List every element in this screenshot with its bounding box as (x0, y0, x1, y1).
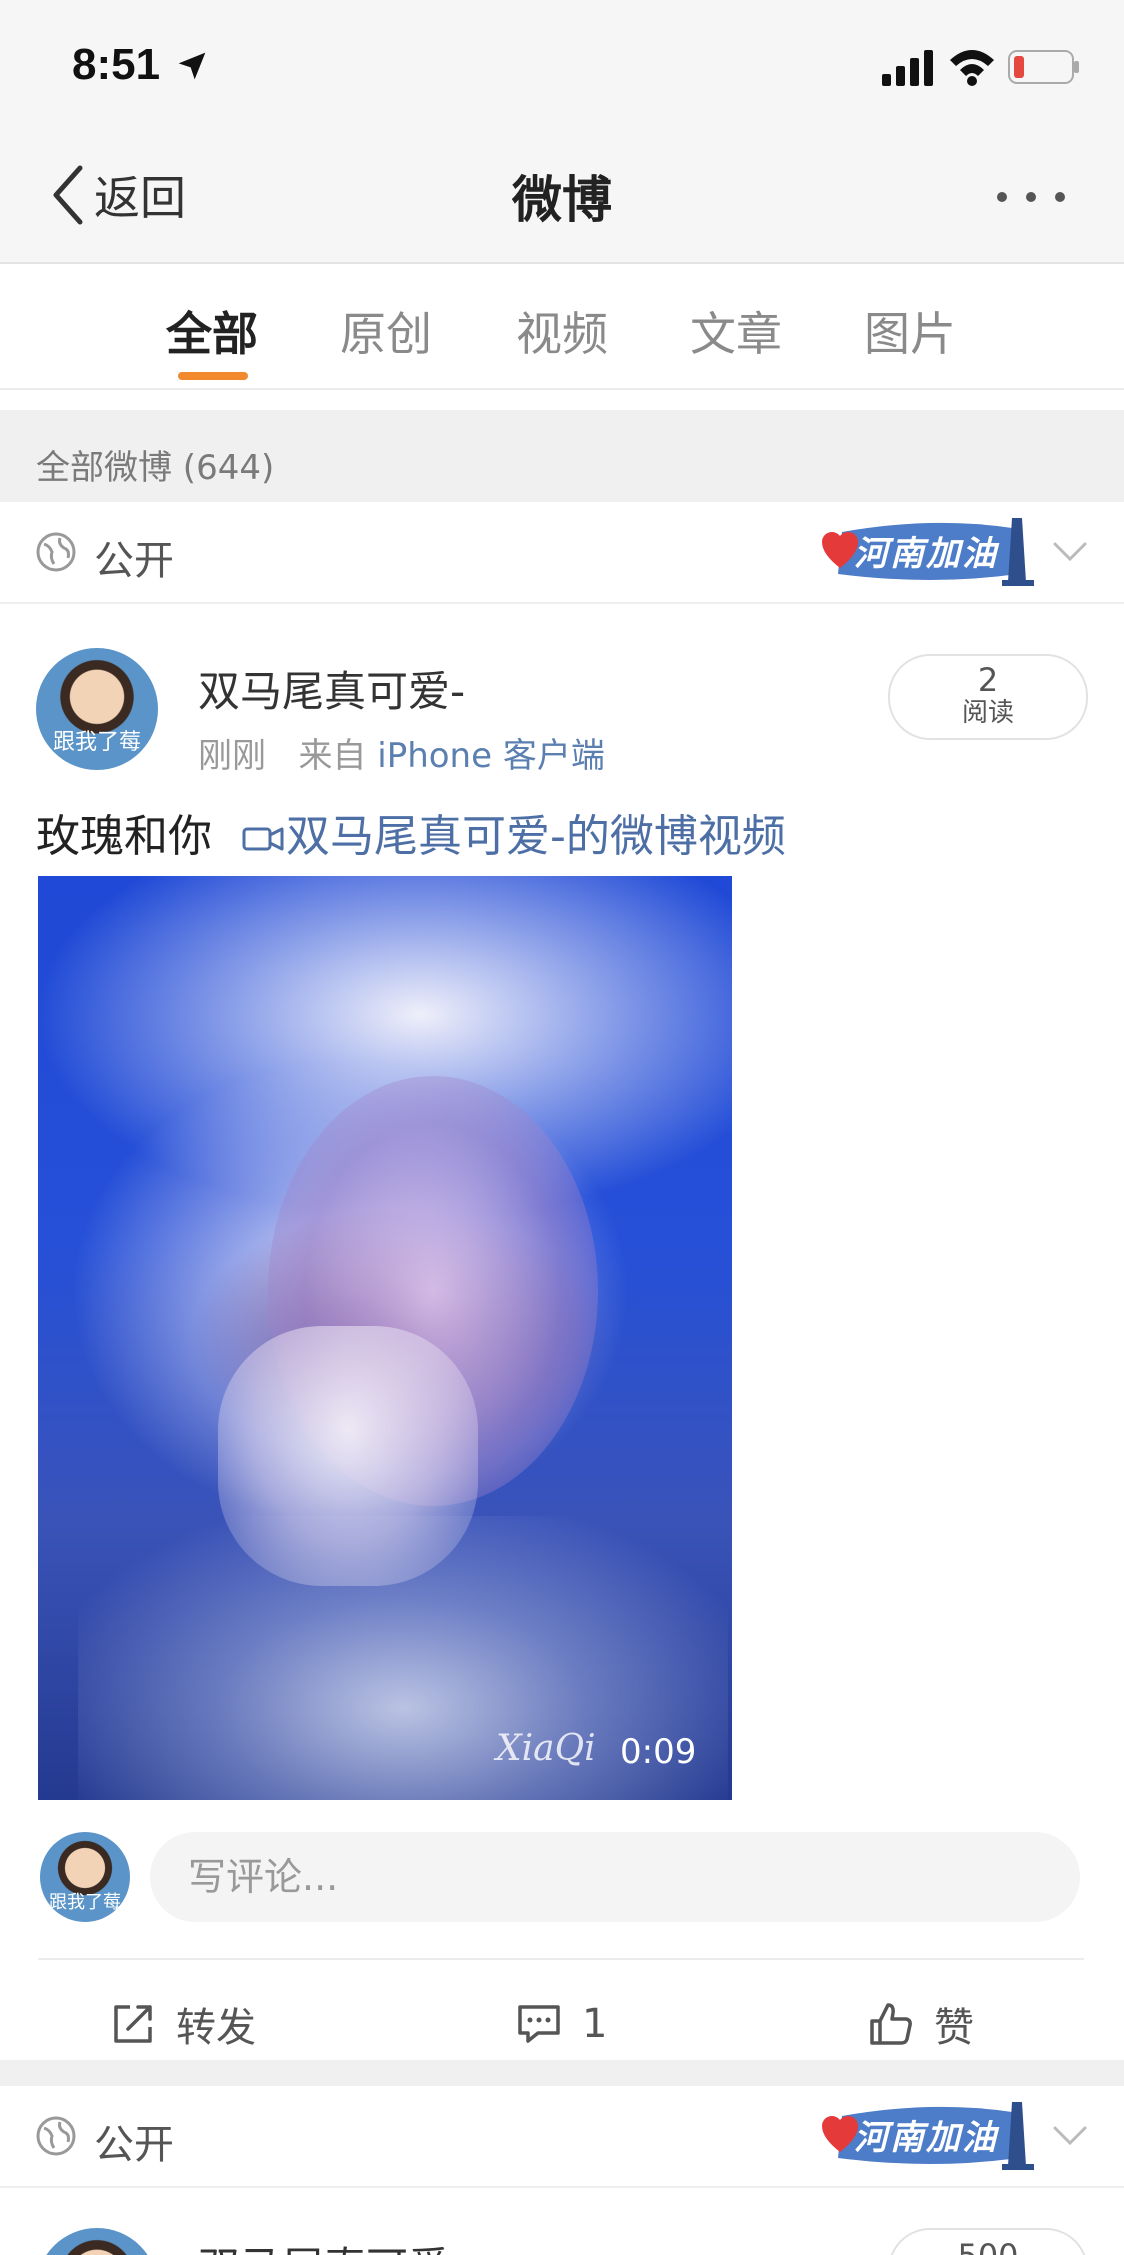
like-label: 赞 (934, 2005, 974, 2051)
event-badge[interactable]: 河南加油 (812, 512, 1048, 592)
page-title: 微博 (512, 171, 612, 229)
chevron-down-icon[interactable] (1052, 540, 1088, 564)
tab-video[interactable]: 视频 (492, 298, 632, 364)
tab-image[interactable]: 图片 (840, 298, 980, 364)
post-body: 玫瑰和你 (36, 811, 212, 862)
read-count: 2 (977, 661, 999, 699)
read-count-pill: 2 阅读 (888, 654, 1088, 740)
status-time: 8:51 (72, 40, 161, 89)
location-arrow-icon (178, 52, 206, 80)
video-thumbnail[interactable]: XiaQi 0:09 (38, 876, 732, 1800)
comment-button[interactable]: 1 (516, 1984, 607, 2064)
globe-icon (36, 532, 76, 572)
filter-tabs: 全部 原创 视频 文章 图片 (0, 264, 1124, 390)
badge-text: 河南加油 (854, 534, 998, 574)
wifi-icon (950, 50, 994, 86)
post-time: 刚刚 (198, 736, 266, 776)
tab-article[interactable]: 文章 (666, 298, 806, 364)
video-camera-icon (242, 827, 284, 851)
active-tab-indicator (178, 372, 248, 380)
source-prefix: 来自 (298, 736, 367, 776)
tab-all[interactable]: 全部 (142, 298, 282, 364)
post-meta: 刚刚 来自 iPhone 客户端 (198, 728, 605, 777)
video-link[interactable]: 双马尾真可爱-的微博视频 (286, 811, 786, 862)
visibility-label: 公开 (94, 2122, 174, 2168)
repost-button[interactable]: 转发 (110, 1984, 256, 2064)
comment-input[interactable] (150, 1832, 1080, 1922)
event-badge[interactable]: 河南加油 (812, 2096, 1048, 2176)
author-name[interactable]: 双马尾真可爱- (198, 658, 465, 719)
avatar-caption: 跟我了莓 (49, 1892, 121, 1913)
avatar-caption: 跟我了莓 (52, 730, 141, 755)
comment-count: 1 (582, 2001, 608, 2047)
badge-text: 河南加油 (854, 2118, 998, 2158)
avatar[interactable]: 跟我了莓 (36, 648, 158, 770)
post-count-label: 全部微博 (644) (36, 448, 275, 488)
read-count: 500 (890, 2238, 1086, 2255)
cellular-signal-icon (882, 50, 933, 86)
post-card: 跟我了莓 双马尾真可爱- 刚刚 来自 iPhone 客户端 2 阅读 玫瑰和你 … (0, 604, 1124, 2058)
share-icon (114, 2005, 152, 2043)
commenter-avatar: 跟我了莓 (40, 1832, 130, 1922)
post-source[interactable]: iPhone 客户端 (377, 736, 605, 776)
weibo-profile-feed: 8:51 返回 微博 全部 原创 视频 文章 图片 全部微博 (644) 公开 … (0, 0, 1124, 2255)
thumbs-up-icon (870, 2003, 912, 2045)
chevron-down-icon[interactable] (1052, 2124, 1088, 2148)
video-watermark: XiaQi (496, 1728, 596, 1769)
visibility-label: 公开 (94, 538, 174, 584)
comment-icon (518, 2005, 560, 2043)
video-frame-hand (218, 1326, 478, 1586)
battery-low-icon (1008, 50, 1079, 84)
video-duration: 0:09 (620, 1732, 697, 1772)
top-bar: 8:51 返回 微博 (0, 0, 1124, 264)
read-label: 阅读 (961, 698, 1014, 728)
divider (38, 1958, 1084, 1960)
post-text: 玫瑰和你 双马尾真可爱-的微博视频 (36, 800, 786, 864)
more-horizontal-icon[interactable] (994, 184, 1068, 210)
author-name[interactable]: 双马尾真可爱- (198, 2234, 465, 2255)
like-button[interactable]: 赞 (868, 1984, 974, 2064)
globe-icon (36, 2116, 76, 2156)
repost-label: 转发 (176, 2005, 256, 2051)
tab-original[interactable]: 原创 (316, 298, 456, 364)
post-separator (0, 2060, 1124, 2086)
avatar[interactable] (36, 2228, 158, 2255)
visibility-row: 公开 河南加油 (0, 502, 1124, 604)
read-count-pill: 500 (888, 2228, 1088, 2255)
visibility-row: 公开 河南加油 (0, 2086, 1124, 2188)
